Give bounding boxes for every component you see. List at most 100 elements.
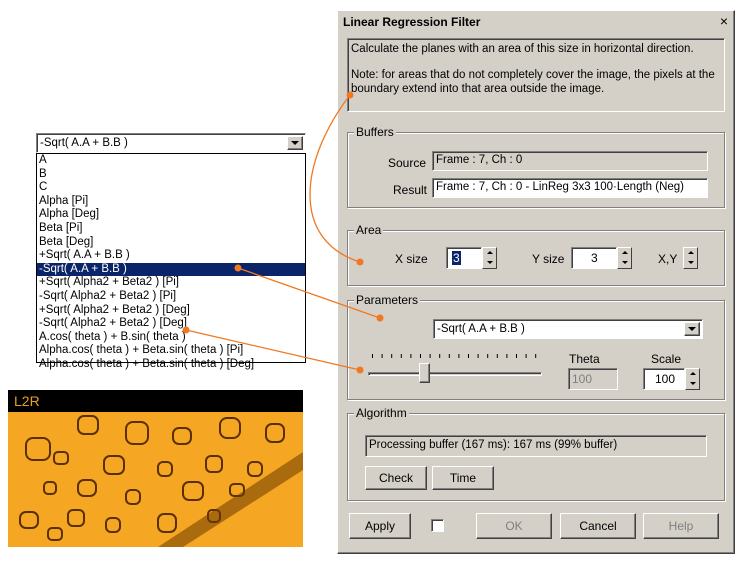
mode-option[interactable]: Alpha [Pi] <box>37 195 305 209</box>
mode-option[interactable]: +Sqrt( Alpha2 + Beta2 ) [Deg] <box>37 304 305 318</box>
mode-options-list[interactable]: A B C Alpha [Pi] Alpha [Deg] Beta [Pi] Beta [D… <box>36 153 306 370</box>
result-field[interactable]: Frame : 7, Ch : 0 - LinReg 3x3 100·Lengt… <box>432 178 708 198</box>
xsize-input[interactable]: 3 <box>446 247 482 269</box>
scale-value: 100 <box>655 372 676 386</box>
area-group: Area X size 3 Y size 3 X,Y <box>347 223 725 286</box>
scale-input[interactable]: 100 <box>643 368 685 390</box>
mode-select-arrow[interactable] <box>684 322 700 336</box>
mode-combobox-value: -Sqrt( A.A + B.B ) <box>40 137 128 149</box>
description-panel: Calculate the planes with an area of thi… <box>347 38 725 112</box>
slider-tick <box>372 354 373 358</box>
spin-up-icon[interactable] <box>688 251 694 254</box>
check-button[interactable]: Check <box>365 466 427 490</box>
parameters-group: Parameters -Sqrt( A.A + B.B ) Theta 100 … <box>347 293 725 400</box>
linear-regression-dialog: Linear Regression Filter × Calculate the… <box>337 10 735 554</box>
slider-track <box>368 372 542 376</box>
slider-tick <box>496 354 498 358</box>
mode-option[interactable]: -Sqrt( Alpha2 + Beta2 ) [Pi] <box>37 290 305 304</box>
spin-down-icon[interactable] <box>690 382 696 385</box>
slider-thumb[interactable] <box>419 363 431 383</box>
xy-label: X,Y <box>658 252 678 266</box>
close-icon[interactable]: × <box>720 13 728 29</box>
spin-up-icon[interactable] <box>622 251 628 254</box>
description-text-1: Calculate the planes with an area of thi… <box>351 43 694 55</box>
apply-checkbox[interactable] <box>431 519 444 532</box>
result-label: Result <box>393 183 428 197</box>
slider-tick <box>535 354 537 358</box>
mode-option[interactable]: A.cos( theta ) + B.sin( theta ) <box>37 331 305 345</box>
slider-tick <box>506 354 508 358</box>
cancel-button[interactable]: Cancel <box>560 513 636 539</box>
mode-option[interactable]: +Sqrt( A.A + B.B ) <box>37 249 305 263</box>
mode-option[interactable]: Beta [Deg] <box>37 236 305 250</box>
spin-down-icon[interactable] <box>622 261 628 264</box>
slider-tick <box>516 354 517 358</box>
algorithm-status: Processing buffer (167 ms): 167 ms (99% … <box>369 439 618 451</box>
slider-tick <box>439 354 441 358</box>
slider-tick <box>448 354 450 358</box>
slider-tick <box>477 354 479 358</box>
mode-option[interactable]: Alpha.cos( theta ) + Beta.sin( theta ) [… <box>37 358 305 372</box>
xsize-label: X size <box>395 252 428 266</box>
mode-option[interactable]: +Sqrt( Alpha2 + Beta2 ) [Pi] <box>37 276 305 290</box>
source-field: Frame : 7, Ch : 0 <box>432 151 708 171</box>
theta-slider[interactable] <box>368 353 548 387</box>
slider-tick <box>391 354 393 358</box>
image-label: L2R <box>14 393 40 409</box>
slider-tick <box>487 354 489 358</box>
parameters-legend: Parameters <box>354 293 421 307</box>
ysize-label: Y size <box>532 252 565 266</box>
xsize-spinner[interactable] <box>482 247 497 269</box>
apply-button[interactable]: Apply <box>349 513 411 539</box>
combobox-arrow-button[interactable] <box>287 136 303 150</box>
algorithm-legend: Algorithm <box>354 406 409 420</box>
source-value: Frame : 7, Ch : 0 <box>436 154 523 166</box>
slider-tick <box>525 354 527 358</box>
title-bar: Linear Regression Filter × <box>340 13 732 31</box>
spin-up-icon[interactable] <box>487 251 493 254</box>
scale-spinner[interactable] <box>685 368 700 390</box>
theta-field: 100 <box>568 368 618 390</box>
mode-option[interactable]: Alpha.cos( theta ) + Beta.sin( theta ) [… <box>37 344 305 358</box>
slider-tick <box>468 354 469 358</box>
mode-option[interactable]: Alpha [Deg] <box>37 208 305 222</box>
slider-tick <box>400 354 402 358</box>
buffers-legend: Buffers <box>354 125 396 139</box>
mode-option[interactable]: Beta [Pi] <box>37 222 305 236</box>
mode-option[interactable]: -Sqrt( A.A + B.B ) <box>37 262 305 277</box>
microscopy-image <box>8 412 303 547</box>
source-label: Source <box>388 156 427 170</box>
mode-option[interactable]: C <box>37 181 305 195</box>
ysize-spinner[interactable] <box>617 247 632 269</box>
xy-spinner[interactable] <box>683 247 698 269</box>
algorithm-status-field: Processing buffer (167 ms): 167 ms (99% … <box>365 435 707 457</box>
dialog-title: Linear Regression Filter <box>343 15 481 29</box>
theta-label: Theta <box>569 352 600 366</box>
description-text-2: Note: for areas that do not completely c… <box>351 69 715 95</box>
mode-option[interactable]: B <box>37 168 305 182</box>
spin-down-icon[interactable] <box>688 261 694 264</box>
help-button[interactable]: Help <box>643 513 719 539</box>
slider-tick <box>381 354 383 358</box>
chevron-down-icon <box>291 141 299 145</box>
slider-tick <box>429 354 431 358</box>
mode-select-value: -Sqrt( A.A + B.B ) <box>437 323 525 335</box>
slider-tick <box>410 354 412 358</box>
mode-combobox[interactable]: -Sqrt( A.A + B.B ) <box>36 133 306 153</box>
ysize-input[interactable]: 3 <box>571 247 617 269</box>
xsize-value: 3 <box>452 251 461 265</box>
mode-select[interactable]: -Sqrt( A.A + B.B ) <box>433 319 703 339</box>
algorithm-group: Algorithm Processing buffer (167 ms): 16… <box>347 406 725 501</box>
time-button[interactable]: Time <box>432 466 494 490</box>
mode-combobox-expanded[interactable]: -Sqrt( A.A + B.B ) A B C Alpha [Pi] Alpha [D… <box>36 133 306 370</box>
area-legend: Area <box>354 223 384 237</box>
mode-option[interactable]: -Sqrt( Alpha2 + Beta2 ) [Deg] <box>37 317 305 331</box>
spin-up-icon[interactable] <box>690 372 696 375</box>
ysize-value: 3 <box>591 251 598 265</box>
spin-down-icon[interactable] <box>487 261 493 264</box>
buffers-group: Buffers Source Frame : 7, Ch : 0 Result … <box>347 125 725 208</box>
mode-option[interactable]: A <box>37 154 305 168</box>
result-value: Frame : 7, Ch : 0 - LinReg 3x3 100·Lengt… <box>436 181 685 193</box>
scale-label: Scale <box>651 352 682 366</box>
ok-button[interactable]: OK <box>476 513 552 539</box>
